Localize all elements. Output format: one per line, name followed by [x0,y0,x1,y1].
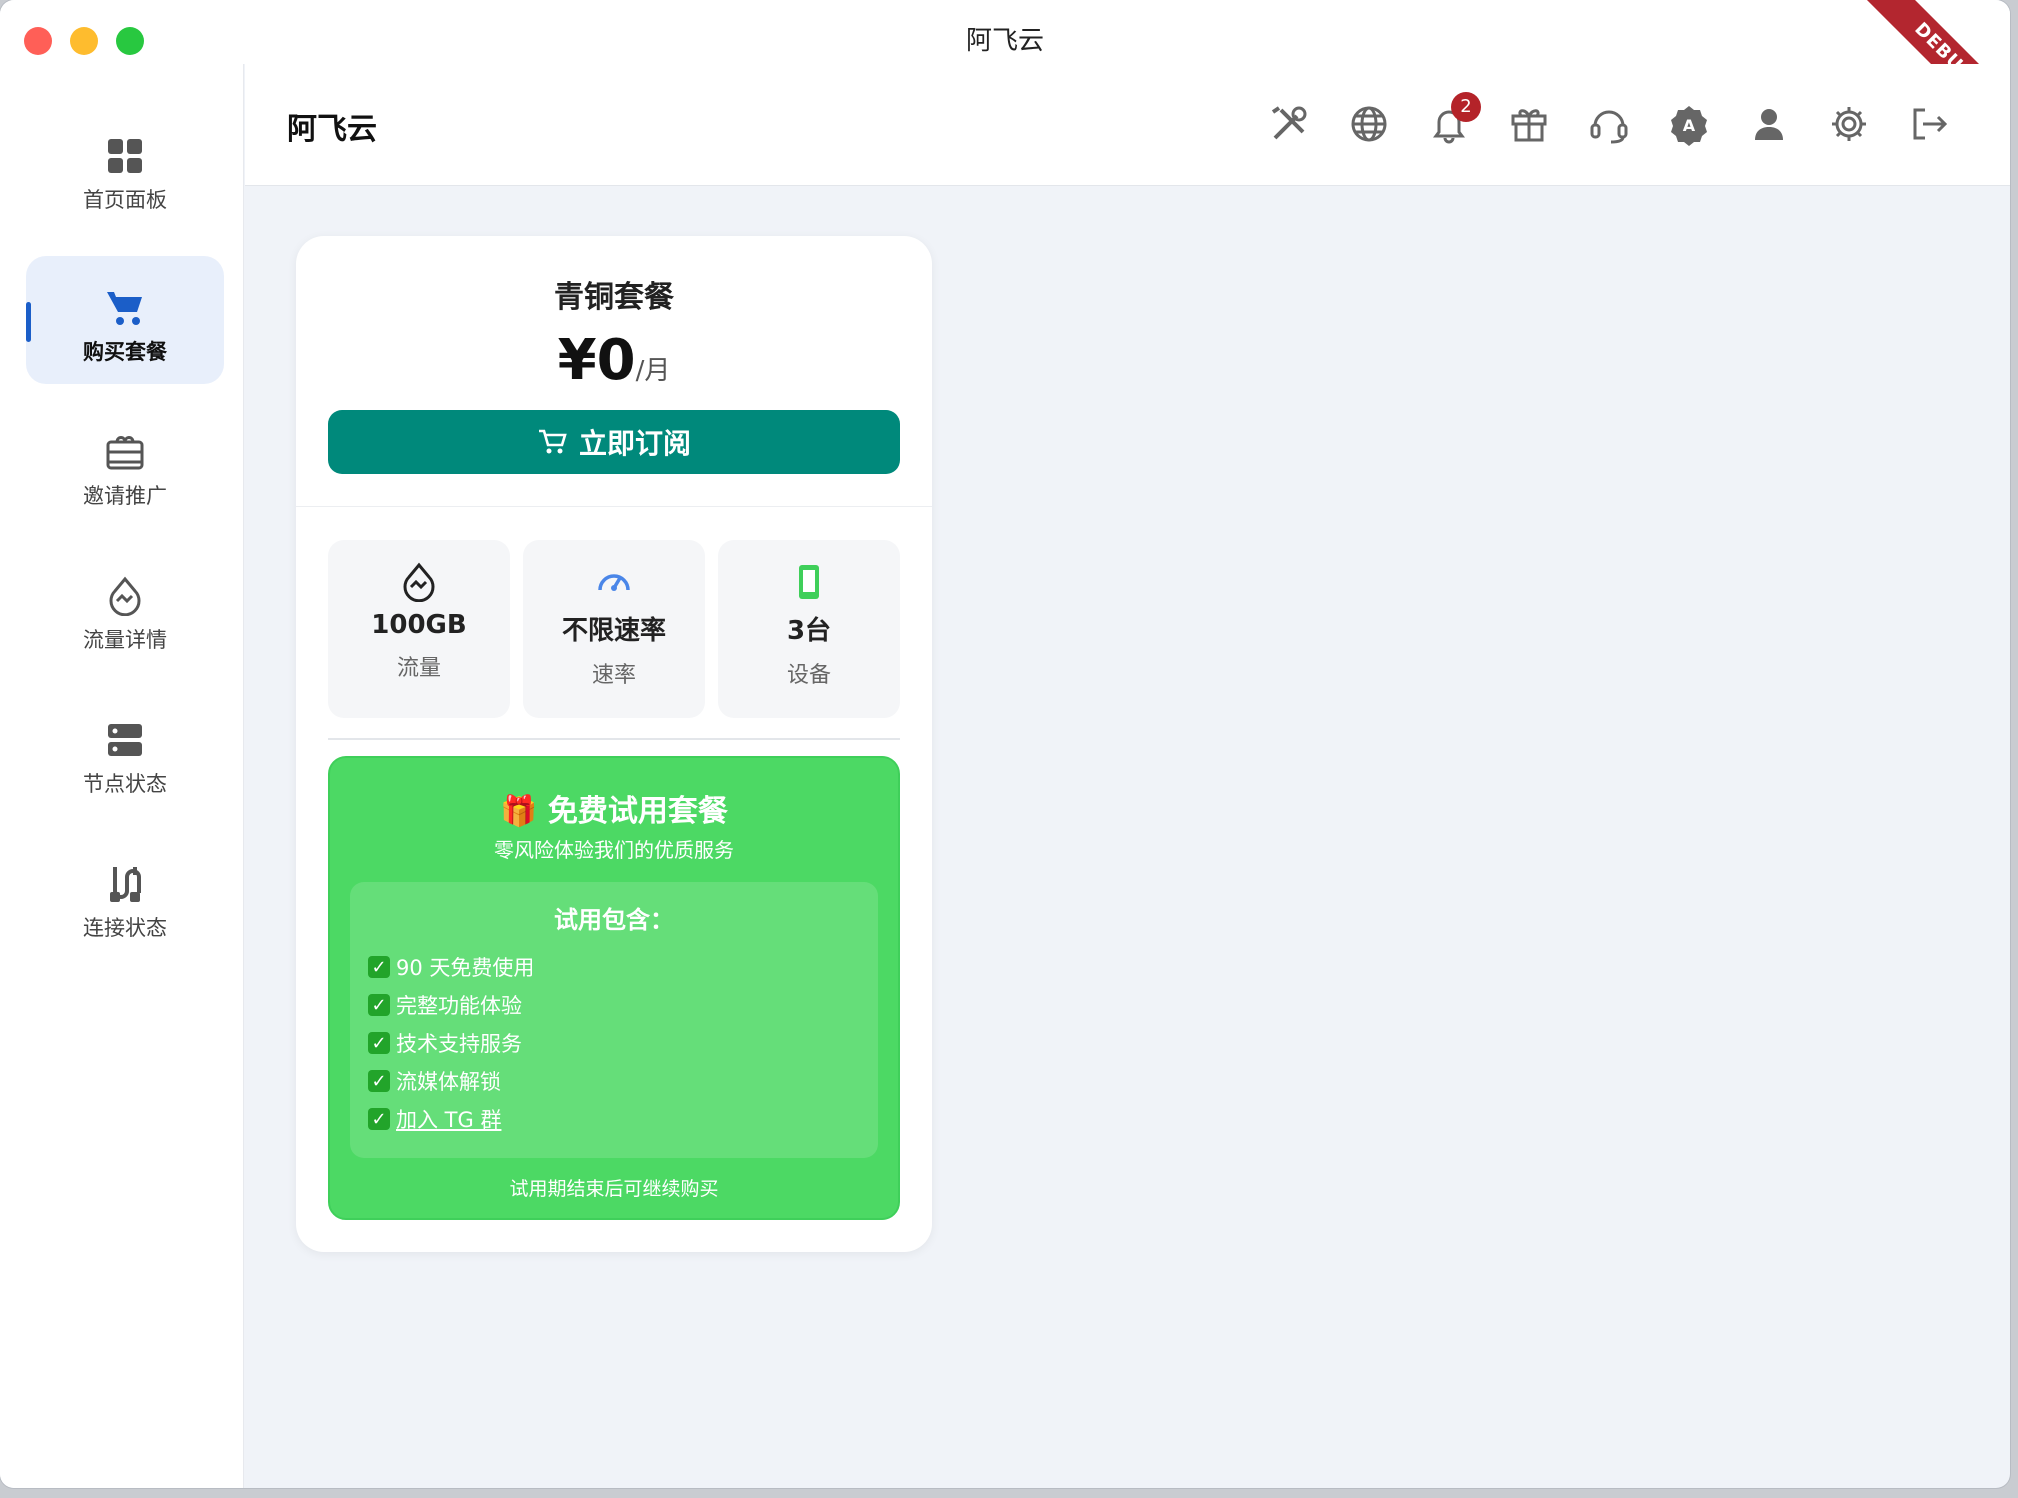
dashboard-icon [108,139,142,173]
sidebar-item-invite[interactable]: 邀请推广 [26,400,224,528]
trial-includes-title: 试用包含： [554,906,674,934]
plan-price: ¥0 [557,328,636,393]
divider [328,738,900,740]
app-window: 阿飞云 DEBUG 首页面板 购买套餐 邀请推广 流量详情 节点状态 连接状态 [0,0,2010,1488]
cart-icon [107,292,142,325]
item-text: 技术支持服务 [396,1032,522,1056]
gift-icon[interactable] [1507,102,1551,146]
feature-label: 速率 [591,663,636,688]
feature-label: 流量 [396,656,441,681]
tools-icon[interactable] [1267,102,1311,146]
device-icon [799,565,819,599]
item-text: 流媒体解锁 [396,1070,501,1094]
check-icon: ✓ [368,994,390,1016]
sidebar-item-traffic[interactable]: 流量详情 [26,544,224,672]
headset-icon[interactable] [1587,102,1631,146]
divider [296,506,932,507]
plan-card: 青铜套餐 ¥0/月 立即订阅 100GB 流量 不限速率 速率 3台 设备 🎁 … [296,236,932,1252]
feature-traffic: 100GB 流量 [328,540,510,718]
sidebar-item-dashboard[interactable]: 首页面板 [26,104,224,232]
feature-speed: 不限速率 速率 [523,540,705,718]
invite-icon [106,436,144,470]
check-icon: ✓ [368,1108,390,1130]
speed-icon [598,574,630,591]
check-icon: ✓ [368,1032,390,1054]
plan-name: 青铜套餐 [554,280,674,315]
subscribe-label: 立即订阅 [578,428,691,459]
sidebar-item-label: 首页面板 [83,188,167,212]
item-text: 90 天免费使用 [396,956,535,980]
feature-value: 3台 [786,616,832,646]
window-title: 阿飞云 [965,26,1044,56]
data-icon [403,562,435,602]
traffic-icon [109,576,141,616]
check-icon: ✓ [368,956,390,978]
badge-icon[interactable]: A [1667,102,1711,146]
sidebar-item-label: 节点状态 [83,772,167,796]
svg-text:A: A [1683,116,1696,135]
trial-includes-box: 试用包含： ✓ 90 天免费使用 ✓ 完整功能体验 ✓ 技术支持服务 ✓ 流媒体解锁 ✓… [350,882,878,1158]
user-icon[interactable] [1747,102,1791,146]
sidebar-item-connection[interactable]: 连接状态 [26,832,224,960]
feature-label: 设备 [786,663,831,688]
list-item: ✓ 加入 TG 群 [368,1100,534,1138]
price-unit: /月 [635,356,671,386]
check-icon: ✓ [368,1070,390,1092]
list-item: ✓ 90 天免费使用 [368,948,534,986]
sidebar-item-label: 流量详情 [83,628,167,652]
list-item: ✓ 完整功能体验 [368,986,534,1024]
page-title: 阿飞云 [287,112,377,147]
settings-icon[interactable] [1827,102,1871,146]
globe-icon[interactable] [1347,102,1391,146]
logout-icon[interactable] [1907,102,1951,146]
item-text: 完整功能体验 [396,994,522,1018]
title-bar: 阿飞云 DEBUG [0,0,2010,143]
list-item: ✓ 流媒体解锁 [368,1062,534,1100]
server-icon [108,724,142,756]
sidebar-item-label: 邀请推广 [83,484,167,508]
trial-subtitle: 零风险体验我们的优质服务 [494,838,734,862]
trial-title: 🎁 免费试用套餐 [500,794,728,829]
join-tg-link[interactable]: 加入 TG 群 [396,1104,501,1134]
connection-icon [110,867,141,902]
list-item: ✓ 技术支持服务 [368,1024,534,1062]
sidebar: 首页面板 购买套餐 邀请推广 流量详情 节点状态 连接状态 [0,64,244,1488]
feature-devices: 3台 设备 [718,540,900,718]
free-trial-panel: 🎁 免费试用套餐 零风险体验我们的优质服务 试用包含： ✓ 90 天免费使用 ✓ 完… [328,756,900,1220]
sidebar-item-label: 购买套餐 [83,340,167,364]
feature-value: 100GB [371,610,467,640]
price-row: ¥0/月 [296,328,932,393]
notification-badge: 2 [1451,92,1481,122]
notifications-button[interactable]: 2 [1427,92,1481,146]
cart-icon [538,429,567,454]
trial-footer: 试用期结束后可继续购买 [509,1178,719,1200]
top-bar: 阿飞云 2 A [245,64,2010,186]
active-indicator [26,302,31,342]
trial-items: ✓ 90 天免费使用 ✓ 完整功能体验 ✓ 技术支持服务 ✓ 流媒体解锁 ✓ 加入 TG … [368,948,534,1138]
sidebar-item-label: 连接状态 [83,916,167,940]
sidebar-item-nodes[interactable]: 节点状态 [26,688,224,816]
feature-value: 不限速率 [561,616,666,646]
sidebar-item-buy-plan[interactable]: 购买套餐 [26,256,224,384]
subscribe-button[interactable]: 立即订阅 [328,410,900,474]
